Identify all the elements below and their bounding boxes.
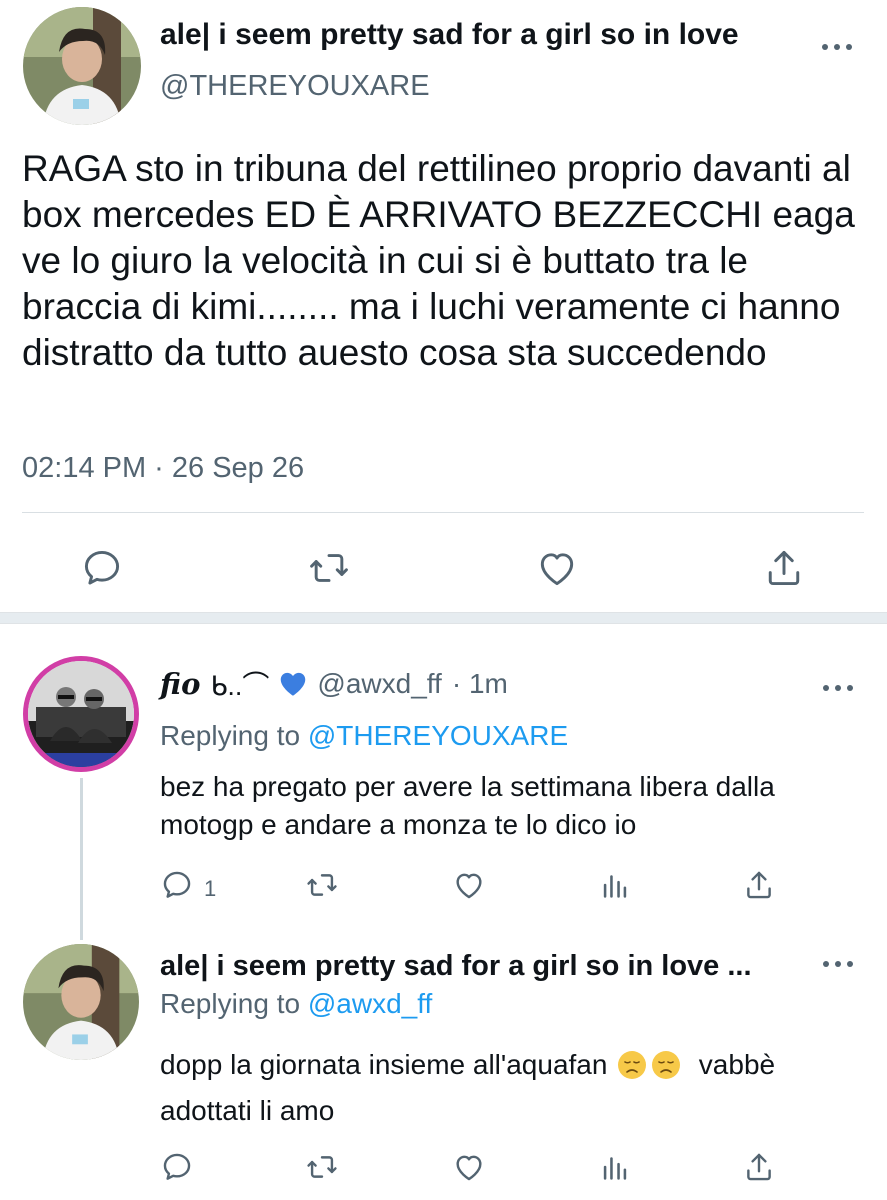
- replying-prefix: Replying to: [160, 988, 301, 1019]
- replying-mention[interactable]: @awxd_ff: [308, 988, 432, 1019]
- retweet-icon[interactable]: [307, 546, 351, 590]
- display-name[interactable]: ale| i seem pretty sad for a girl so in …: [160, 950, 752, 983]
- retweet-icon[interactable]: [305, 868, 339, 902]
- replying-to: Replying to @awxd_ff: [160, 988, 432, 1020]
- replying-mention[interactable]: @THEREYOUXARE: [308, 720, 568, 751]
- like-icon[interactable]: [452, 868, 486, 902]
- analytics-icon[interactable]: [598, 1150, 632, 1184]
- avatar-photo: [23, 7, 141, 125]
- avatar[interactable]: [23, 656, 139, 772]
- more-options-icon[interactable]: [823, 685, 853, 691]
- analytics-icon[interactable]: [598, 868, 632, 902]
- reply-icon[interactable]: [160, 1150, 194, 1184]
- reply-text: bez ha pregato per avere la settimana li…: [160, 771, 775, 840]
- avatar[interactable]: [23, 7, 141, 125]
- disappointed-face-icon: [618, 1051, 647, 1079]
- reply-time[interactable]: · 1m: [452, 668, 508, 700]
- section-separator: [0, 612, 887, 624]
- handle[interactable]: @THEREYOUXARE: [160, 70, 430, 103]
- share-icon[interactable]: [762, 546, 806, 590]
- like-icon[interactable]: [452, 1150, 486, 1184]
- avatar[interactable]: [23, 944, 139, 1060]
- tweet-timestamp[interactable]: 02:14 PM · 26 Sep 26: [22, 452, 304, 485]
- retweet-icon[interactable]: [305, 1150, 339, 1184]
- display-name[interactable]: ale| i seem pretty sad for a girl so in …: [160, 18, 739, 52]
- more-options-icon[interactable]: [822, 44, 852, 50]
- avatar-photo: [28, 661, 134, 767]
- reply-text-part: vabbè: [698, 1049, 776, 1080]
- reply-icon[interactable]: [160, 868, 194, 902]
- reply-text-part: dopp la giornata insieme all'aquafan: [160, 1049, 608, 1080]
- divider: [22, 512, 864, 513]
- blue-heart-icon: [281, 672, 306, 696]
- replying-to: Replying to @THEREYOUXARE: [160, 720, 568, 752]
- share-icon[interactable]: [742, 1150, 776, 1184]
- reply-text: dopp la giornata insieme all'aquafan vab…: [160, 1042, 860, 1134]
- tweet-text: RAGA sto in tribuna del rettilineo propr…: [22, 148, 855, 373]
- share-icon[interactable]: [742, 868, 776, 902]
- reply-header: fio ᑲ..⌒ @awxd_ff · 1m: [160, 664, 508, 703]
- more-options-icon[interactable]: [823, 961, 853, 967]
- like-icon[interactable]: [535, 546, 579, 590]
- display-name-glyphs: ᑲ..⌒: [210, 671, 270, 701]
- reply-text-line: adottati li amo: [160, 1095, 335, 1126]
- disappointed-face-icon: [652, 1051, 681, 1079]
- reply-count: 1: [204, 876, 217, 901]
- avatar-photo: [23, 944, 139, 1060]
- main-tweet: ale| i seem pretty sad for a girl so in …: [0, 0, 887, 612]
- display-name[interactable]: fio: [160, 667, 200, 701]
- thread-connector: [80, 778, 83, 940]
- handle[interactable]: @awxd_ff: [317, 668, 441, 700]
- reply-icon[interactable]: [80, 546, 124, 590]
- replying-prefix: Replying to: [160, 720, 301, 751]
